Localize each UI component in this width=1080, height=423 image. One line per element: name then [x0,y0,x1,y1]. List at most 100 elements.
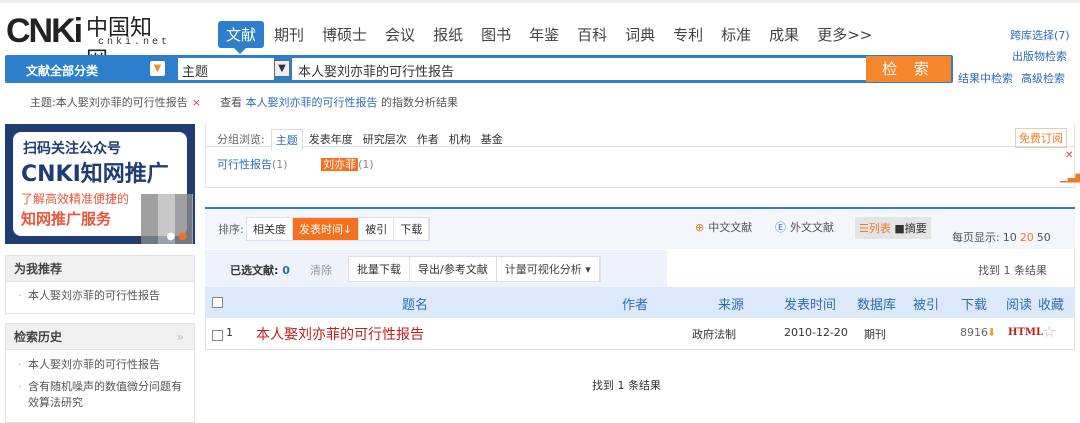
per-page-option[interactable]: 10 [1003,231,1017,244]
chevron-down-icon[interactable]: ▼ [274,60,290,77]
row-date: 2010-12-20 [784,326,848,339]
action-buttons: 批量下载 导出/参考文献 计量可视化分析 ▾ [348,256,601,282]
history-item[interactable]: 本人娶刘亦菲的可行性报告 [6,354,194,376]
subscribe-button[interactable]: 免费订阅 [1015,128,1067,148]
panel-title: 检索历史 [14,330,63,344]
banner-card: 扫码关注公众号 CNKI知网推广 了解高效精准便捷的 知网推广服务 [13,132,193,244]
chinese-docs-button[interactable]: ⊕ 中文文献 [695,219,752,235]
logo-domain: cnki.net [98,37,171,48]
nav-tab[interactable]: 百科 [569,21,615,48]
nav-tab[interactable]: 年鉴 [521,21,567,48]
promo-banner[interactable]: 扫码关注公众号 CNKI知网推广 了解高效精准便捷的 知网推广服务 ● ● [5,124,195,244]
group-label: 分组浏览: [217,133,265,146]
col-date[interactable]: 发表时间 [784,294,836,313]
col-source: 来源 [718,298,745,313]
col-favorite: 收藏 [1038,298,1065,313]
group-tab[interactable]: 研究层次 [359,129,411,151]
banner-text: 了解高效精准便捷的 [21,192,130,206]
batch-download-button[interactable]: 批量下载 [349,257,410,281]
html-read-button[interactable]: HTML [1008,327,1043,338]
banner-text: 扫码关注公众号 [23,141,121,157]
logo-brand: CNKi [6,12,83,50]
row-source[interactable]: 政府法制 [692,326,736,342]
group-items: 可行性报告(1) 刘亦菲 (1) [217,156,374,172]
star-icon[interactable]: ☆ [1042,322,1056,341]
col-cited[interactable]: 被引 [913,294,939,313]
group-tab[interactable]: 作者 [413,129,443,151]
row-downloads: 8916 [960,326,988,339]
search-button[interactable]: 检 索 [866,56,951,82]
row-checkbox[interactable] [212,330,223,341]
col-db: 数据库 [857,298,897,313]
nav-tab[interactable]: 期刊 [266,21,312,48]
sort-options: 相关度 发表时间↓ 被引 下载 [246,217,431,241]
chevron-down-icon[interactable]: ▼ [150,61,165,76]
group-tab[interactable]: 主题 [270,129,303,151]
group-tab[interactable]: 发表年度 [305,129,357,151]
publication-search-link[interactable]: 出版物检索 [1012,48,1067,64]
nav-tab[interactable]: 博硕士 [314,21,375,48]
advanced-search-link[interactable]: 高级检索 [1021,70,1065,86]
sort-date[interactable]: 发表时间↓ [293,218,360,240]
history-panel: 检索历史 » 本人娶刘亦菲的可行性报告 含有随机噪声的数值微分问题有效算法研究 [5,323,195,423]
visual-analysis-dropdown[interactable]: 计量可视化分析 ▾ [497,257,600,281]
chart-icon[interactable]: ▁▃▆ [1060,172,1080,183]
recommend-item[interactable]: 本人娶刘亦菲的可行性报告 [6,285,194,307]
nav-tab[interactable]: 文献 [218,21,265,54]
cnki-logo[interactable]: CNKi 中国知网 cnki.net [6,10,167,72]
sort-label: 排序: [218,223,244,236]
abstract-view-button[interactable]: ■摘要 [894,222,926,235]
panel-title: 为我推荐 [6,256,194,282]
banner-text: 知网推广服务 [21,210,112,228]
download-icon[interactable]: ⬇ [987,326,996,339]
carousel-dots[interactable]: ● ● [166,231,187,242]
zh-label: 中文文献 [708,221,753,234]
nav-tab[interactable]: 词典 [617,21,663,48]
sort-downloads[interactable]: 下载 [394,218,430,240]
export-button[interactable]: 导出/参考文献 [410,257,497,281]
chevron-down-icon[interactable]: » [177,324,184,350]
history-item[interactable]: 含有随机噪声的数值微分问题有效算法研究 [6,376,194,414]
close-icon[interactable]: ✕ [1065,150,1073,161]
view-toggle: ☰列表 ■摘要 [855,217,931,239]
group-tab[interactable]: 机构 [445,129,475,151]
cross-db-link[interactable]: 跨库选择(7) [1010,27,1070,43]
search-input[interactable]: 本人娶刘亦菲的可行性报告 [292,58,866,80]
col-downloads[interactable]: 下载 [961,294,987,313]
index-analysis-link[interactable]: 本人娶刘亦菲的可行性报告 [246,96,378,109]
per-page: 每页显示: 10 20 50 [952,229,1051,245]
nav-tab[interactable]: 标准 [713,21,759,48]
close-icon[interactable]: × [192,96,201,109]
group-tab[interactable]: 基金 [477,129,507,151]
sort-cited[interactable]: 被引 [359,218,395,240]
zh-icon: ⊕ [695,221,705,234]
list-view-button[interactable]: ☰列表 [859,222,891,235]
clear-button[interactable]: 清除 [310,262,332,278]
per-page-option[interactable]: 50 [1037,231,1051,244]
suffix-label: 的指数分析结果 [381,96,458,109]
sort-relevance[interactable]: 相关度 [247,218,293,240]
nav-tab[interactable]: 图书 [473,21,519,48]
nav-tab-more[interactable]: 更多>> [809,21,880,48]
foreign-docs-button[interactable]: Ⓔ 外文文献 [775,219,834,235]
nav-tab[interactable]: 会议 [377,21,423,48]
group-item[interactable]: 刘亦菲 [321,158,359,171]
nav-tab[interactable]: 专利 [665,21,711,48]
view-label: 查看 [220,96,242,109]
col-read: 阅读 [1006,298,1033,313]
field-select[interactable]: 主题 [178,58,274,80]
select-all-checkbox[interactable] [212,297,223,308]
result-title-link[interactable]: 本人娶刘亦菲的可行性报告 [256,324,424,344]
category-select[interactable]: 文献全部分类 [26,62,98,79]
selected-label: 已选文献: [230,264,279,277]
result-count: 找到 1 条结果 [978,264,1047,277]
group-item[interactable]: 可行性报告 [217,158,272,171]
nav-tab[interactable]: 报纸 [425,21,471,48]
per-page-option[interactable]: 20 [1020,231,1034,244]
search-within-link[interactable]: 结果中检索 [958,70,1013,86]
selected-count: 已选文献: 0 [230,262,290,278]
recommend-panel: 为我推荐 本人娶刘亦菲的可行性报告 [5,255,195,314]
col-author: 作者 [622,298,649,313]
nav-tab[interactable]: 成果 [761,21,807,48]
row-db: 期刊 [864,328,886,341]
